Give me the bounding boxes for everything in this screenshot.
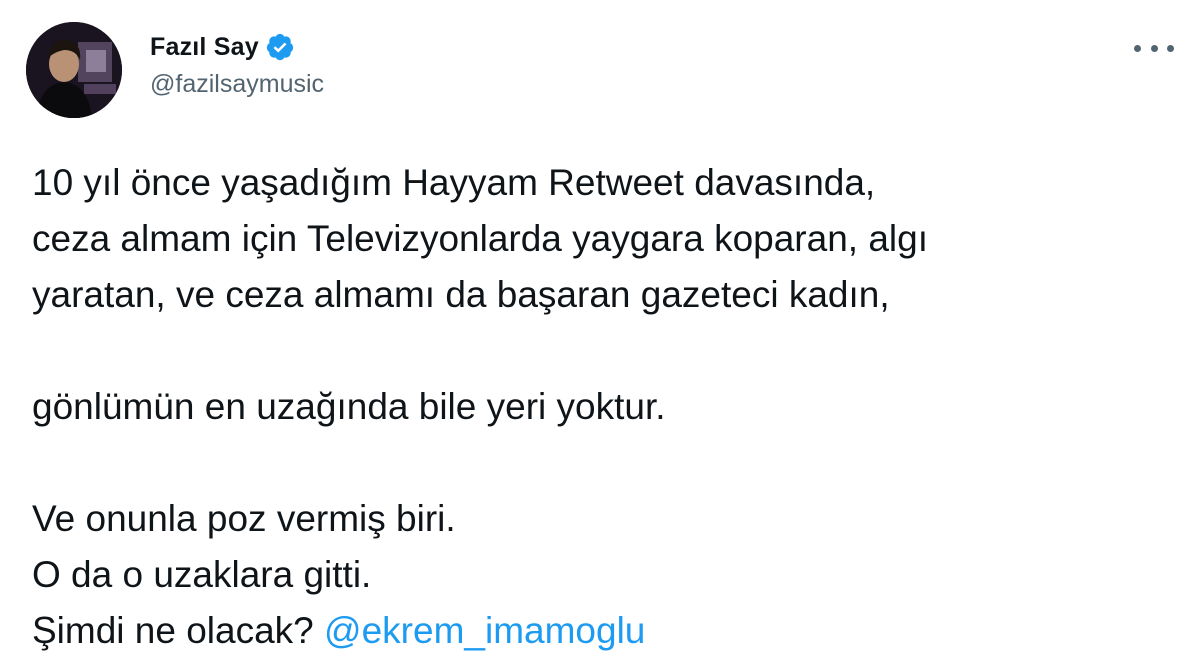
tweet-line: gönlümün en uzağında bile yeri yoktur. (32, 386, 666, 427)
tweet-line: ceza almam için Televizyonlarda yaygara … (32, 218, 929, 259)
mention-link[interactable]: @ekrem_imamoglu (324, 610, 645, 651)
display-name[interactable]: Fazıl Say (150, 33, 259, 62)
dot (1150, 44, 1158, 52)
handle[interactable]: @fazilsaymusic (150, 70, 324, 99)
profile-photo-image (26, 22, 122, 118)
dot (1134, 44, 1141, 52)
tweet-line: 10 yıl önce yaşadığım Hayyam Retweet dav… (32, 162, 876, 203)
tweet-line: Ve onunla poz vermiş biri. (32, 498, 456, 539)
tweet-author: Fazıl Say @fazilsaymusic (150, 30, 324, 99)
tweet-line-last: Şimdi ne olacak? @ekrem_imamoglu (32, 603, 1172, 659)
avatar[interactable] (26, 22, 122, 118)
verified-badge-icon (265, 32, 295, 62)
tweet-line-text: Şimdi ne olacak? (32, 610, 314, 651)
tweet-line: yaratan, ve ceza almamı da başaran gazet… (32, 274, 890, 315)
tweet-line: O da o uzaklara gitti. (32, 554, 372, 595)
more-options-icon[interactable] (1134, 36, 1174, 60)
name-row: Fazıl Say (150, 30, 324, 64)
dot (1167, 44, 1174, 52)
tweet-card: Fazıl Say @fazilsaymusic 10 yıl önce yaş… (0, 0, 1200, 672)
tweet-text: 10 yıl önce yaşadığım Hayyam Retweet dav… (32, 155, 1172, 659)
